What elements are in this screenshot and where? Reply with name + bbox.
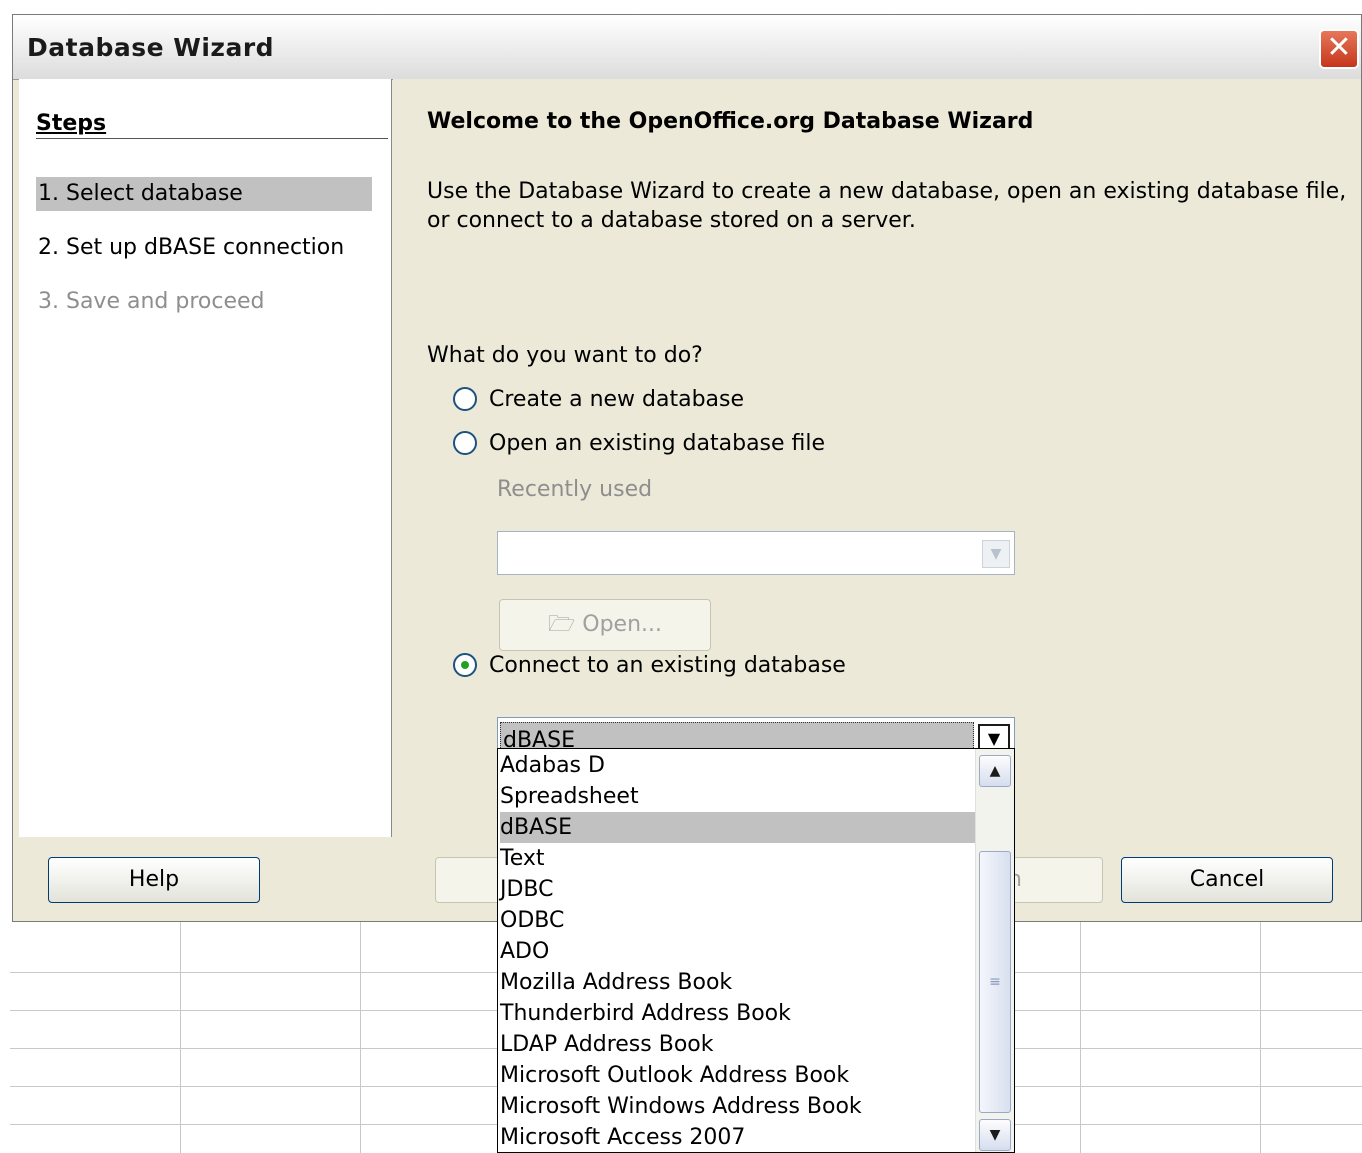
radio-label: Open an existing database file: [489, 431, 826, 456]
list-item[interactable]: ADO: [500, 936, 975, 967]
radio-button-selected[interactable]: [453, 653, 477, 677]
recently-used-label: Recently used: [497, 477, 653, 502]
list-item[interactable]: Mozilla Address Book: [500, 967, 975, 998]
grip-icon: ≡: [989, 974, 1001, 990]
list-item[interactable]: Microsoft Access 2007: [500, 1122, 975, 1152]
list-item[interactable]: Microsoft Windows Address Book: [500, 1091, 975, 1122]
wizard-content: Welcome to the OpenOffice.org Database W…: [393, 79, 1361, 837]
recently-used-combo: ▼: [497, 531, 1015, 575]
list-item[interactable]: Microsoft Outlook Address Book: [500, 1060, 975, 1091]
radio-label: Create a new database: [489, 387, 745, 412]
cancel-button[interactable]: Cancel: [1121, 857, 1333, 903]
list-item[interactable]: LDAP Address Book: [500, 1029, 975, 1060]
chevron-down-icon: ▼: [982, 540, 1010, 568]
list-item[interactable]: JDBC: [500, 874, 975, 905]
grid-line: [360, 920, 361, 1153]
grid-line: [1080, 920, 1081, 1153]
steps-panel: Steps 1. Select database 2. Set up dBASE…: [19, 79, 392, 837]
radio-button[interactable]: [453, 387, 477, 411]
list-item[interactable]: Text: [500, 843, 975, 874]
open-button: 🗁 Open...: [499, 599, 711, 651]
open-button-label: Open...: [582, 612, 663, 637]
grid-line: [180, 920, 181, 1153]
window-title: Database Wizard: [27, 33, 275, 62]
folder-open-icon: 🗁: [547, 612, 576, 637]
list-item[interactable]: Spreadsheet: [500, 781, 975, 812]
scroll-up-icon[interactable]: ▲: [979, 755, 1011, 787]
step-select-database[interactable]: 1. Select database: [36, 177, 372, 211]
welcome-heading: Welcome to the OpenOffice.org Database W…: [427, 109, 1034, 134]
list-item[interactable]: ODBC: [500, 905, 975, 936]
database-type-dropdown-list[interactable]: Adabas D Spreadsheet dBASE Text JDBC ODB…: [497, 748, 1015, 1153]
list-item[interactable]: Thunderbird Address Book: [500, 998, 975, 1029]
step-save-and-proceed: 3. Save and proceed: [38, 289, 265, 314]
grid-line: [1260, 920, 1261, 1153]
steps-heading: Steps: [36, 111, 388, 139]
scroll-down-icon[interactable]: ▼: [979, 1119, 1011, 1151]
close-icon[interactable]: ✕: [1319, 29, 1359, 69]
help-button[interactable]: Help: [48, 857, 260, 903]
intro-text: Use the Database Wizard to create a new …: [427, 179, 1347, 233]
question-label: What do you want to do?: [427, 343, 703, 368]
scrollbar-thumb[interactable]: ≡: [979, 851, 1011, 1113]
list-item[interactable]: Adabas D: [500, 750, 975, 781]
step-setup-dbase-connection[interactable]: 2. Set up dBASE connection: [36, 231, 372, 265]
title-bar[interactable]: Database Wizard ✕: [13, 15, 1361, 80]
radio-button[interactable]: [453, 431, 477, 455]
radio-label: Connect to an existing database: [489, 653, 846, 678]
list-item-selected[interactable]: dBASE: [500, 812, 975, 843]
dropdown-scrollbar[interactable]: ▲ ≡ ▼: [975, 749, 1014, 1152]
